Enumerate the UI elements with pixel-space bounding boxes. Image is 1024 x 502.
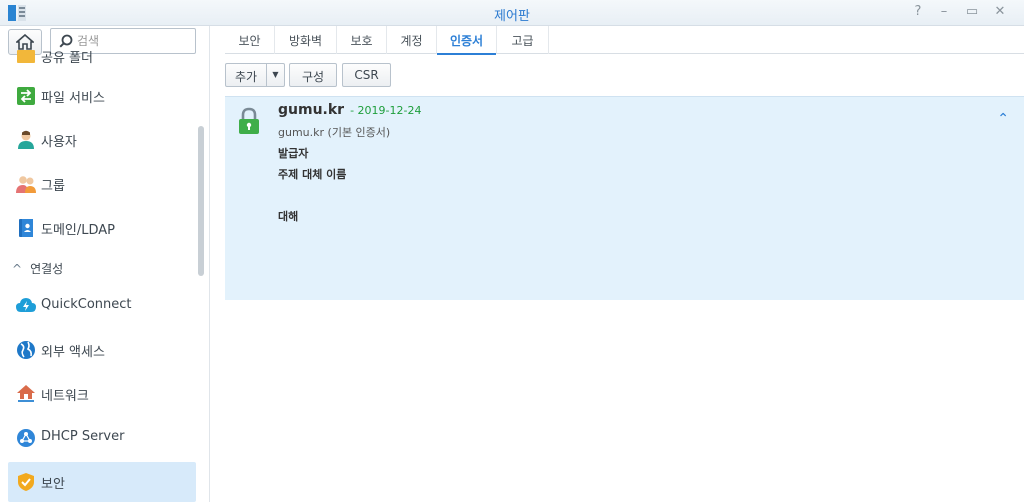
sidebar-item-domain-ldap[interactable]: 도메인/LDAP xyxy=(8,208,196,248)
shield-icon xyxy=(18,473,34,491)
sidebar-item-shared-folder[interactable]: 공유 폴더 xyxy=(8,36,196,76)
certificate-date: - 2019-12-24 xyxy=(350,104,422,117)
window-titlebar: 제어판 ? – ▭ ✕ xyxy=(0,0,1024,26)
sidebar: 공유 폴더 파일 서비스 사용자 xyxy=(0,26,210,502)
globe-icon xyxy=(17,341,35,359)
tab-security[interactable]: 보안 xyxy=(225,26,275,54)
add-dropdown-button[interactable]: ▼ xyxy=(267,63,285,87)
close-button[interactable]: ✕ xyxy=(992,4,1008,20)
issuer-label: 발급자 xyxy=(278,147,309,160)
tab-firewall[interactable]: 방화벽 xyxy=(275,26,337,54)
maximize-button[interactable]: ▭ xyxy=(964,4,980,20)
quickconnect-icon xyxy=(16,298,36,312)
sidebar-item-label: 그룹 xyxy=(41,179,65,194)
tab-account[interactable]: 계정 xyxy=(387,26,437,54)
lock-icon xyxy=(239,107,259,134)
sidebar-item-label: 공유 폴더 xyxy=(41,51,93,66)
tab-protection[interactable]: 보호 xyxy=(337,26,387,54)
sidebar-item-user[interactable]: 사용자 xyxy=(8,120,196,160)
minimize-button[interactable]: – xyxy=(936,4,952,20)
chevron-up-icon: ^ xyxy=(12,262,23,276)
certificate-subtitle: gumu.kr (기본 인증서) xyxy=(278,126,391,139)
folder-icon xyxy=(17,50,35,63)
sidebar-item-label: 도메인/LDAP xyxy=(41,223,116,238)
add-button[interactable]: 추가 xyxy=(225,63,267,87)
sidebar-item-label: QuickConnect xyxy=(41,297,132,312)
caret-down-icon: ▼ xyxy=(272,70,279,79)
directory-icon xyxy=(19,219,33,237)
chevron-up-icon[interactable]: ⌃ xyxy=(997,111,1009,127)
sidebar-item-label: 외부 액세스 xyxy=(41,345,105,360)
sidebar-item-group[interactable]: 그룹 xyxy=(8,164,196,204)
section-connectivity[interactable]: ^ 연결성 xyxy=(12,260,63,280)
tab-bar: 보안 방화벽 보호 계정 인증서 고급 xyxy=(225,26,1024,55)
main-panel: 보안 방화벽 보호 계정 인증서 고급 추가 ▼ 구성 CSR gumu.kr -… xyxy=(211,26,1024,502)
configure-button[interactable]: 구성 xyxy=(289,63,337,87)
sidebar-item-dhcp-server[interactable]: DHCP Server xyxy=(8,418,196,458)
sidebar-item-label: 사용자 xyxy=(41,135,77,150)
sidebar-item-file-services[interactable]: 파일 서비스 xyxy=(8,76,196,116)
sidebar-item-external-access[interactable]: 외부 액세스 xyxy=(8,330,196,370)
sidebar-item-security[interactable]: 보안 xyxy=(8,462,196,502)
dhcp-icon xyxy=(17,429,35,447)
certificate-card[interactable]: gumu.kr - 2019-12-24 gumu.kr (기본 인증서) 발급자… xyxy=(225,96,1024,300)
for-label: 대해 xyxy=(278,210,299,223)
tab-advanced[interactable]: 고급 xyxy=(497,26,549,54)
csr-button[interactable]: CSR xyxy=(342,63,391,87)
certificate-name: gumu.kr xyxy=(278,102,345,118)
group-icon xyxy=(16,176,36,193)
sidebar-scrollbar[interactable] xyxy=(198,126,204,276)
sidebar-item-label: 네트워크 xyxy=(41,389,89,404)
user-icon xyxy=(18,130,34,149)
network-icon xyxy=(17,385,35,402)
window-title: 제어판 xyxy=(494,9,530,24)
sidebar-item-network[interactable]: 네트워크 xyxy=(8,374,196,414)
certificate-title: gumu.kr - 2019-12-24 xyxy=(278,102,421,118)
file-services-icon xyxy=(17,87,35,105)
tab-certificate[interactable]: 인증서 xyxy=(437,26,497,55)
help-button[interactable]: ? xyxy=(910,4,926,20)
sidebar-item-quickconnect[interactable]: QuickConnect xyxy=(8,286,196,326)
section-label: 연결성 xyxy=(30,262,64,276)
sidebar-item-label: 보안 xyxy=(41,477,65,492)
san-label: 주제 대체 이름 xyxy=(278,168,347,181)
sidebar-item-label: DHCP Server xyxy=(41,429,125,444)
sidebar-item-label: 파일 서비스 xyxy=(41,91,105,106)
